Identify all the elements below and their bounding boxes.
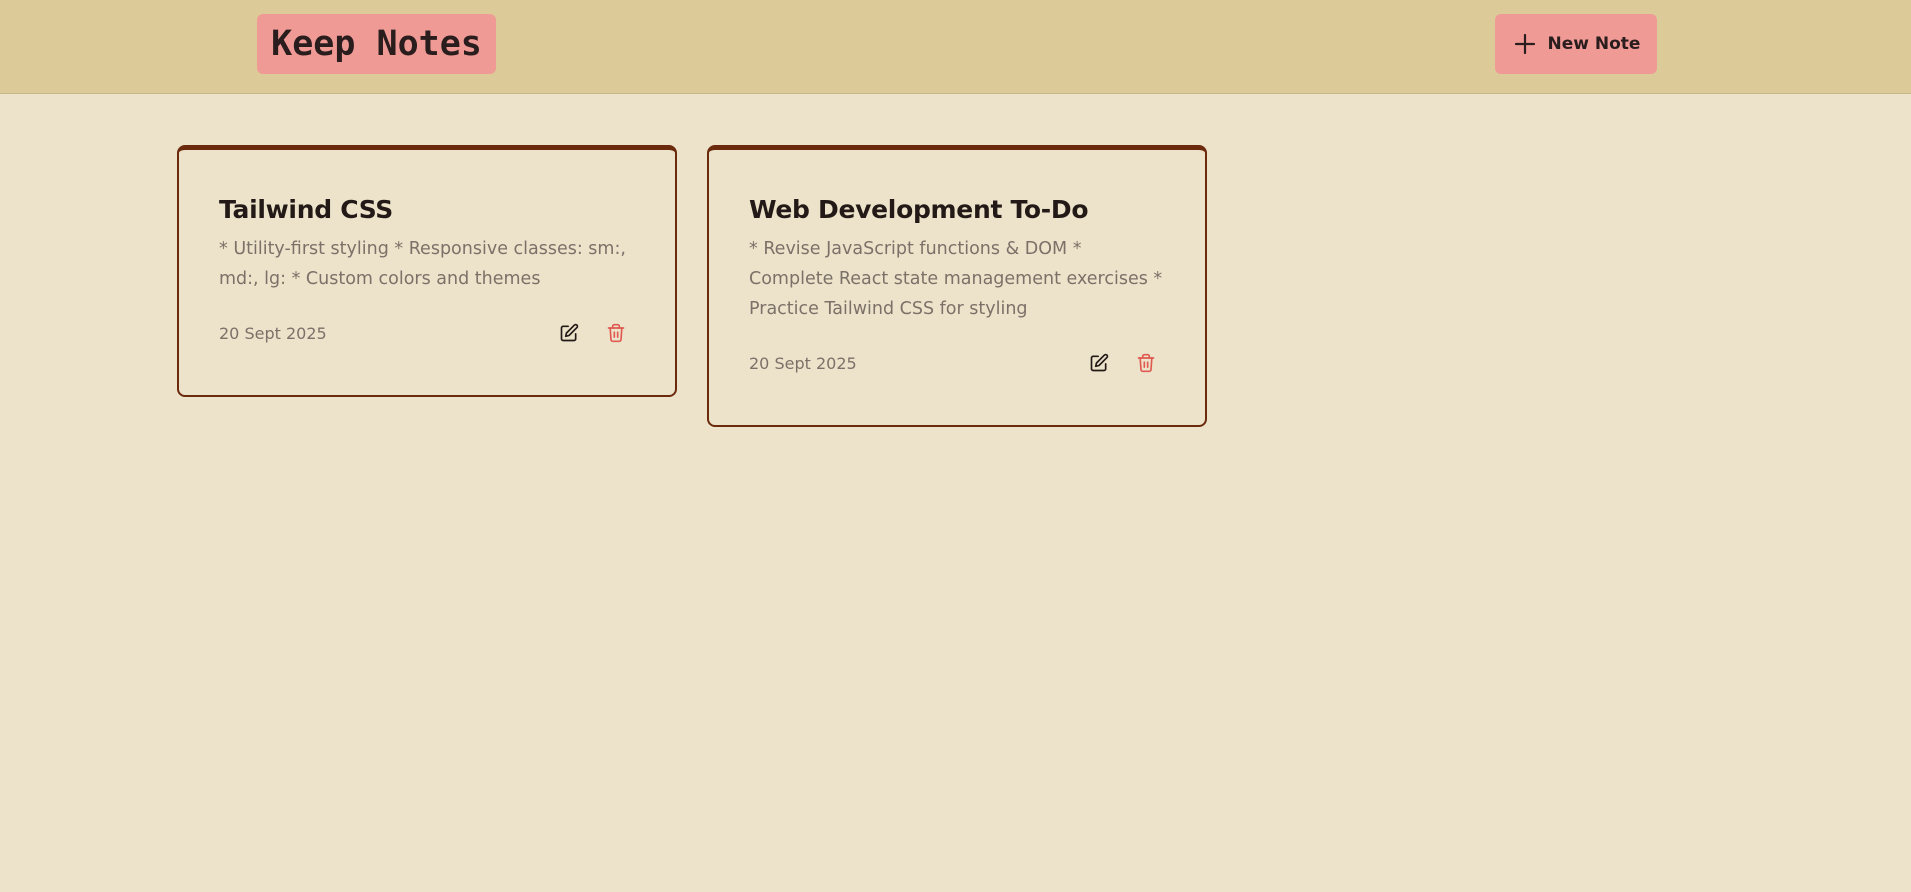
note-actions — [1088, 352, 1157, 374]
plus-icon — [1512, 31, 1538, 57]
trash-icon[interactable] — [605, 322, 627, 344]
note-body: * Revise JavaScript functions & DOM * Co… — [749, 239, 1163, 319]
note-date: 20 Sept 2025 — [749, 353, 857, 373]
note-footer: 20 Sept 2025 — [219, 322, 635, 344]
app-title: Keep Notes — [271, 24, 482, 64]
note-body: * Utility-first styling * Responsive cla… — [219, 239, 626, 289]
edit-icon[interactable] — [1088, 352, 1110, 374]
note-date: 20 Sept 2025 — [219, 323, 327, 343]
new-note-button[interactable]: New Note — [1495, 14, 1657, 74]
trash-icon[interactable] — [1135, 352, 1157, 374]
app-logo: Keep Notes — [257, 14, 496, 74]
edit-icon[interactable] — [558, 322, 580, 344]
note-title: Tailwind CSS — [219, 195, 394, 224]
app-header: Keep Notes New Note — [0, 0, 1911, 94]
note-actions — [558, 322, 627, 344]
note-footer: 20 Sept 2025 — [749, 352, 1165, 374]
note-card: Tailwind CSS * Utility-first styling * R… — [177, 145, 677, 397]
note-card: Web Development To-Do * Revise JavaScrip… — [707, 145, 1207, 427]
new-note-label: New Note — [1547, 34, 1641, 54]
note-title: Web Development To-Do — [749, 195, 1089, 224]
